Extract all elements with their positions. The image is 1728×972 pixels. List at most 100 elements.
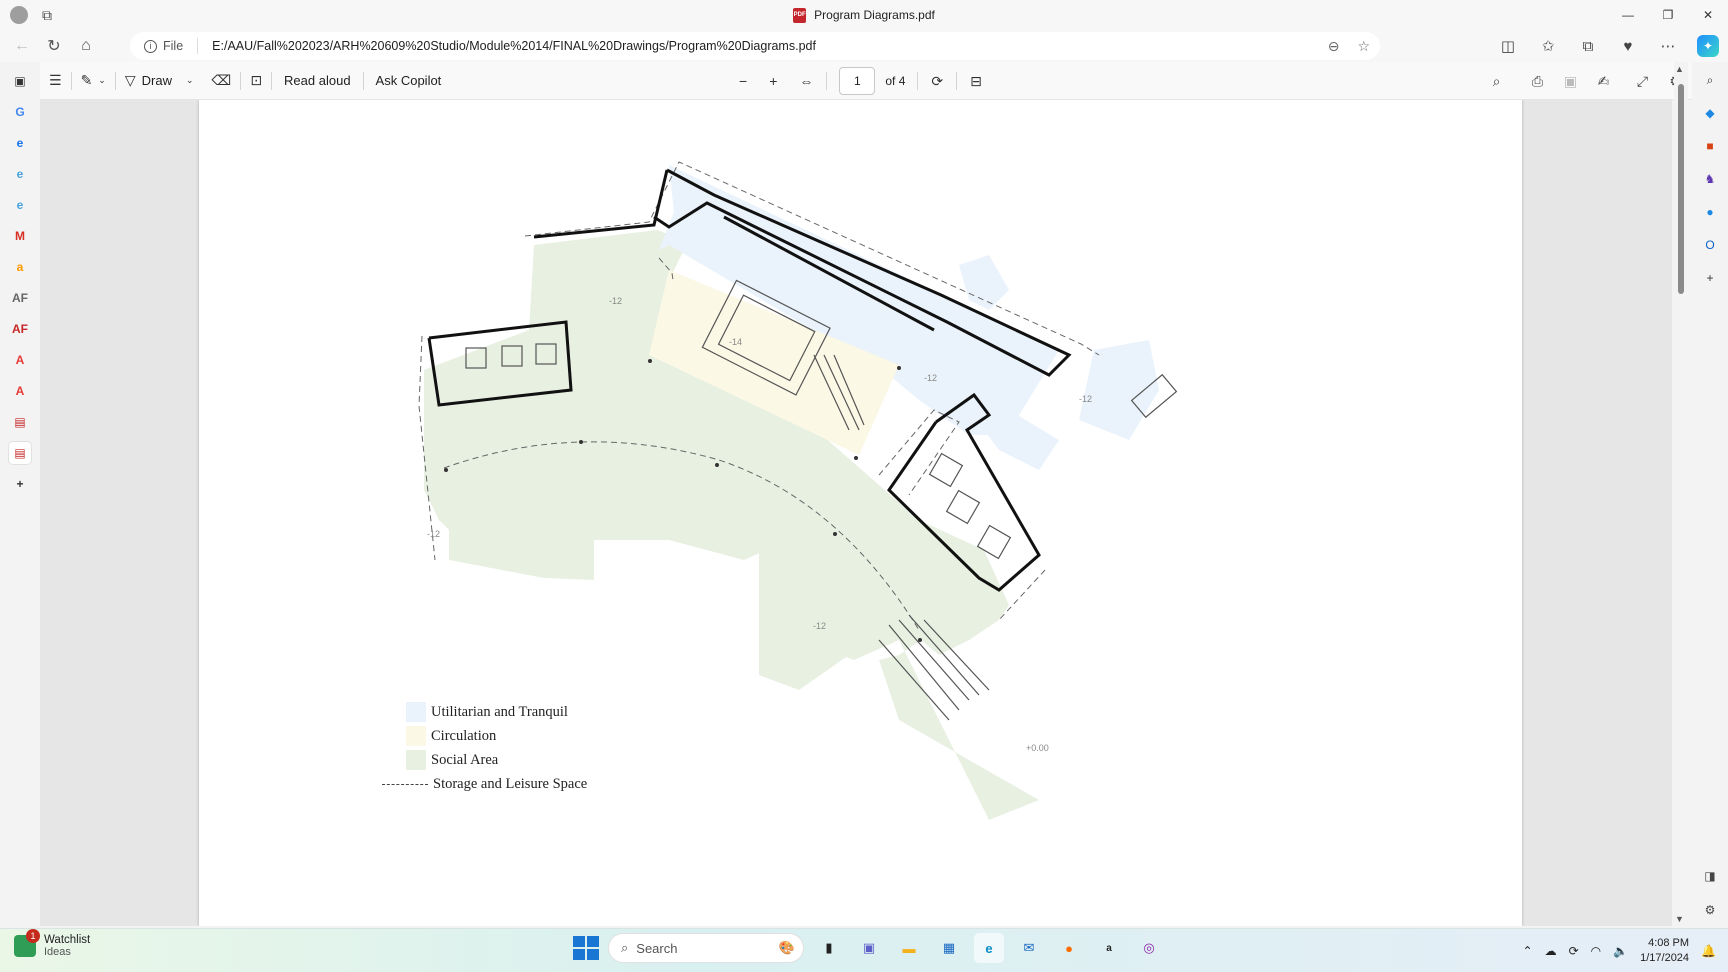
- contents-button[interactable]: ☰: [40, 66, 71, 96]
- home-button[interactable]: ⌂: [70, 32, 102, 60]
- scroll-down-icon[interactable]: ▼: [1675, 914, 1684, 924]
- edge-tab-icon-3[interactable]: e: [9, 194, 31, 216]
- save-as-icon[interactable]: ✍: [1587, 73, 1620, 90]
- site-info[interactable]: i File: [144, 38, 199, 54]
- page-view-button[interactable]: ⊟: [961, 66, 991, 96]
- task-view-icon[interactable]: ▮: [814, 933, 844, 963]
- onedrive-icon[interactable]: ☁: [1545, 944, 1557, 958]
- divider: [917, 72, 919, 90]
- vertical-tabs-sidebar: ▣ Ge e e Ma AF AF A A ▤ ▤ +: [0, 62, 40, 932]
- google-icon[interactable]: G: [9, 101, 31, 123]
- amazon-icon[interactable]: a: [9, 256, 31, 278]
- profile-avatar-icon[interactable]: [10, 6, 28, 24]
- favorite-star-icon[interactable]: ☆: [1357, 38, 1370, 55]
- rotate-button[interactable]: ⟳: [922, 66, 952, 96]
- pdf-tab-icon-1[interactable]: ▤: [9, 411, 31, 433]
- mail-icon[interactable]: ✉: [1014, 933, 1044, 963]
- more-menu-icon[interactable]: ⋯: [1648, 30, 1688, 62]
- acrobat-icon-2[interactable]: A: [9, 380, 31, 402]
- page-number-input[interactable]: 1: [839, 67, 876, 95]
- clock[interactable]: 4:08 PM 1/17/2024: [1640, 936, 1689, 966]
- zoom-in-button[interactable]: +: [760, 66, 786, 96]
- highlight-icon: ✎: [80, 72, 93, 88]
- legend-label: Circulation: [431, 727, 497, 744]
- copilot-icon[interactable]: ✦: [1697, 35, 1719, 57]
- sync-icon[interactable]: ⟳: [1569, 944, 1579, 958]
- games-icon[interactable]: ♞: [1700, 169, 1720, 189]
- pdf-page: -12 -14 -12 -12 -12 -12 +0.00 Utilitaria…: [199, 100, 1522, 926]
- acrobat-icon-1[interactable]: A: [9, 349, 31, 371]
- pdf-tab-icon-2[interactable]: ▤: [9, 442, 31, 464]
- fullscreen-icon[interactable]: ⤢: [1626, 73, 1659, 90]
- scroll-up-icon[interactable]: ▲: [1675, 64, 1684, 74]
- legend-label: Utilitarian and Tranquil: [431, 703, 568, 720]
- microsoft365-icon[interactable]: ●: [1700, 202, 1720, 222]
- search-icon[interactable]: ⌕: [1700, 70, 1720, 90]
- tab-actions-icon[interactable]: ▣: [9, 70, 31, 92]
- legend-item: Utilitarian and Tranquil: [406, 700, 587, 724]
- add-app-icon[interactable]: +: [1700, 268, 1720, 288]
- start-button[interactable]: [572, 935, 599, 961]
- save-icon[interactable]: ▣: [1554, 73, 1587, 90]
- back-button[interactable]: ←: [6, 32, 38, 60]
- outlook-icon[interactable]: O: [1700, 235, 1720, 255]
- teams-chat-icon[interactable]: ▣: [854, 933, 884, 963]
- level-label: -12: [609, 296, 622, 306]
- print-icon[interactable]: ⎙: [1521, 73, 1554, 90]
- amazon-app-icon[interactable]: a: [1094, 933, 1124, 963]
- edge-tab-icon-1[interactable]: e: [9, 132, 31, 154]
- taskbar-search[interactable]: ⌕ Search 🎨: [608, 933, 804, 963]
- show-hidden-icons-icon[interactable]: ⌃: [1523, 944, 1533, 958]
- zoom-out-icon[interactable]: ⊖: [1328, 38, 1340, 55]
- pdf-viewer[interactable]: -12 -14 -12 -12 -12 -12 +0.00 Utilitaria…: [40, 100, 1672, 926]
- app-extra-icon[interactable]: ◎: [1134, 933, 1164, 963]
- firefox-icon[interactable]: ●: [1054, 933, 1084, 963]
- gmail-icon[interactable]: M: [9, 225, 31, 247]
- shopping-tag-icon[interactable]: ◆: [1700, 103, 1720, 123]
- wifi-icon[interactable]: ◠: [1591, 944, 1601, 958]
- highlight-button[interactable]: ✎ ⌄: [72, 66, 115, 96]
- workspaces-icon[interactable]: ⧉: [42, 7, 52, 24]
- collections-icon[interactable]: ⧉: [1568, 30, 1608, 62]
- page-view-icon: ⊟: [970, 72, 982, 89]
- fit-width-button[interactable]: ⇔: [790, 66, 822, 96]
- microsoft-store-icon[interactable]: ▦: [934, 933, 964, 963]
- clock-time: 4:08 PM: [1648, 937, 1690, 949]
- af-icon-1[interactable]: AF: [9, 287, 31, 309]
- read-aloud-button[interactable]: Read aloud: [272, 66, 363, 96]
- add-tab-icon[interactable]: +: [9, 473, 31, 495]
- edge-tab-icon-2[interactable]: e: [9, 163, 31, 185]
- refresh-button[interactable]: ↻: [38, 32, 70, 60]
- draw-icon: ▽: [124, 72, 136, 88]
- close-button[interactable]: ✕: [1688, 0, 1728, 30]
- erase-button[interactable]: ⌫: [203, 66, 241, 96]
- file-explorer-icon[interactable]: ▬: [894, 933, 924, 963]
- info-icon: i: [144, 39, 157, 53]
- ask-copilot-button[interactable]: Ask Copilot: [364, 66, 454, 96]
- chevron-down-icon: ⌄: [98, 75, 106, 85]
- find-icon[interactable]: ⌕: [1480, 73, 1513, 90]
- restore-button[interactable]: ❐: [1648, 0, 1688, 30]
- edge-browser-icon[interactable]: e: [974, 933, 1004, 963]
- af-icon-2[interactable]: AF: [9, 318, 31, 340]
- draw-button[interactable]: ▽ Draw ⌄: [116, 66, 203, 96]
- url-text[interactable]: E:/AAU/Fall%202023/ARH%20609%20Studio/Mo…: [212, 39, 816, 53]
- level-label: +0.00: [1026, 743, 1049, 753]
- zoom-out-button[interactable]: −: [730, 66, 756, 96]
- hide-sidebar-icon[interactable]: ◨: [1700, 866, 1720, 886]
- notifications-icon[interactable]: 🔔: [1701, 944, 1716, 958]
- vertical-scrollbar[interactable]: ▲ ▼: [1674, 62, 1688, 926]
- volume-icon[interactable]: 🔈: [1613, 944, 1628, 958]
- tools-icon[interactable]: ■: [1700, 136, 1720, 156]
- sidebar-settings-icon[interactable]: ⚙: [1700, 900, 1720, 920]
- add-text-button[interactable]: ⊡: [241, 66, 271, 96]
- title-bar: ⧉ PDF Program Diagrams.pdf — ❐ ✕: [0, 0, 1728, 30]
- favorites-icon[interactable]: ✩: [1528, 30, 1568, 62]
- watchlist-widget[interactable]: 1 Watchlist Ideas: [14, 929, 90, 958]
- scroll-thumb[interactable]: [1678, 84, 1684, 294]
- legend-swatch-circulation: [406, 726, 426, 746]
- minimize-button[interactable]: —: [1608, 0, 1648, 30]
- address-bar[interactable]: i File E:/AAU/Fall%202023/ARH%20609%20St…: [130, 32, 1380, 60]
- split-screen-icon[interactable]: ◫: [1488, 30, 1528, 62]
- browser-essentials-icon[interactable]: ♥: [1608, 30, 1648, 62]
